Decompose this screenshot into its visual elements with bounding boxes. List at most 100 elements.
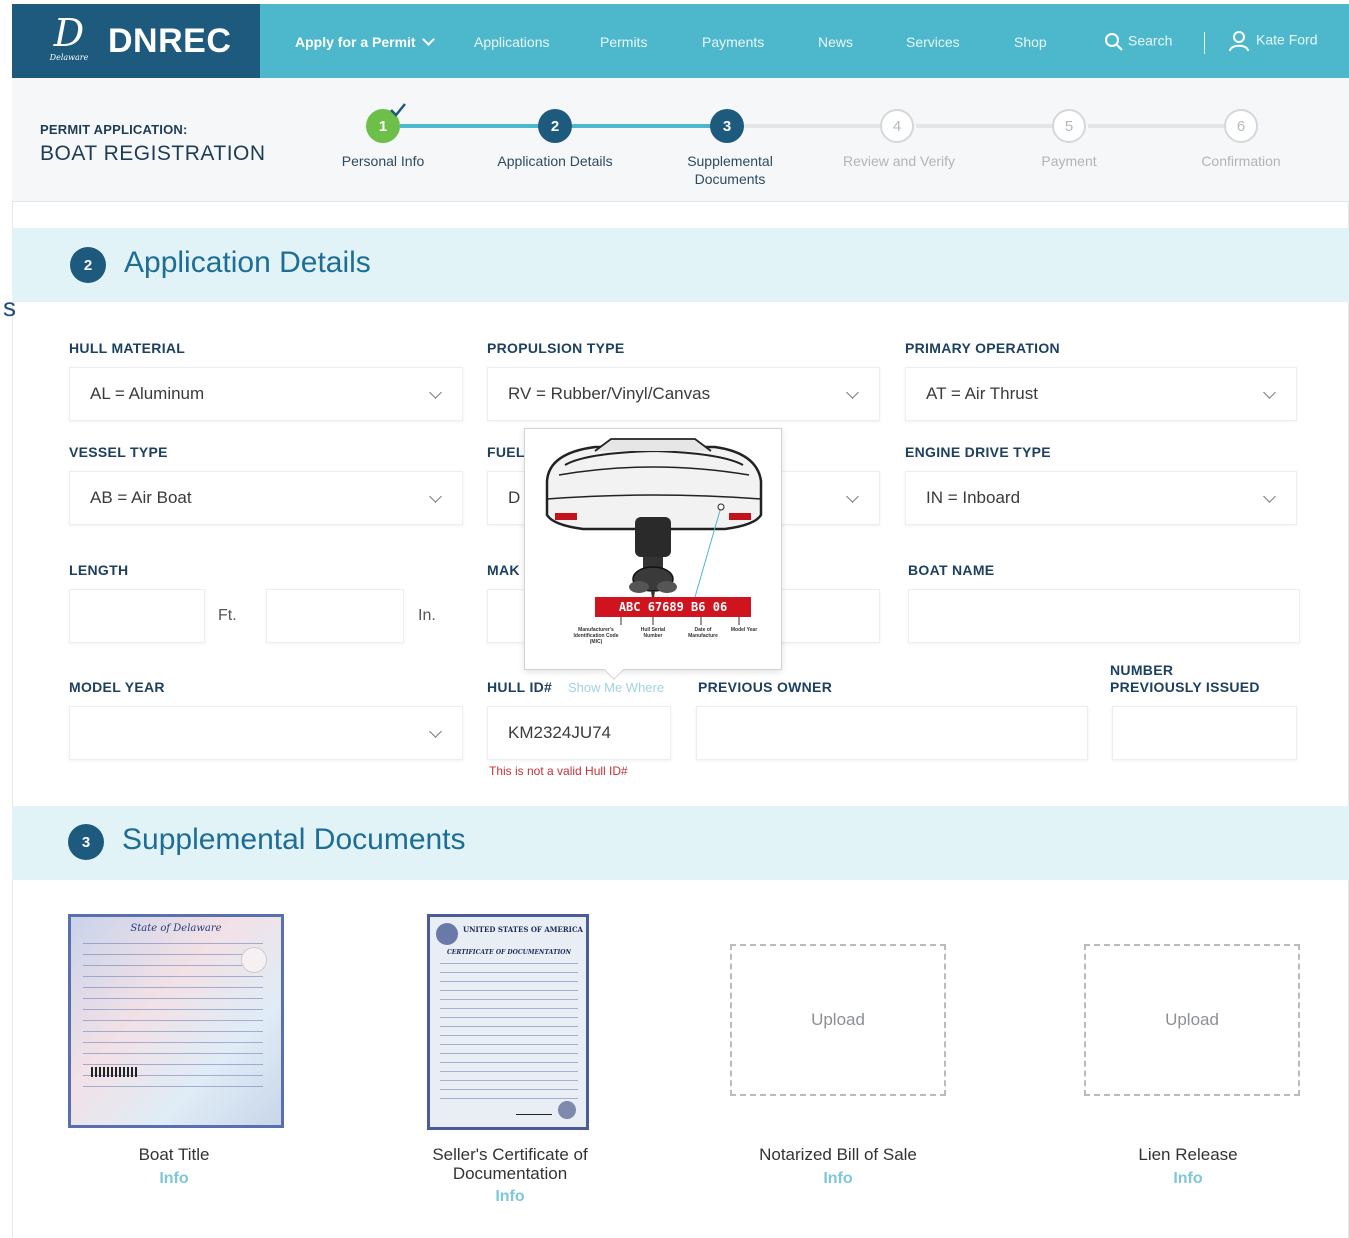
engine-drive-type-value: IN = Inboard: [926, 488, 1021, 507]
hull-material-label: HULL MATERIAL: [69, 340, 186, 356]
length-label: LENGTH: [69, 562, 129, 578]
vessel-type-label: VESSEL TYPE: [69, 444, 168, 460]
primary-operation-label: PRIMARY OPERATION: [905, 340, 1060, 356]
application-details-header: 2 Application Details: [12, 228, 1349, 302]
propulsion-type-value: RV = Rubber/Vinyl/Canvas: [508, 384, 711, 403]
nav-apply-for-permit[interactable]: Apply for a Permit: [295, 33, 435, 50]
step-connector: [1088, 124, 1244, 128]
nav-shop[interactable]: Shop: [1014, 34, 1047, 50]
hin-caption-date: Date of Manufacture: [688, 627, 718, 639]
model-year-label: MODEL YEAR: [69, 679, 165, 695]
make-label: MAK: [487, 562, 520, 578]
chevron-down-icon: [1263, 490, 1276, 503]
nav-search-label: Search: [1128, 32, 1173, 49]
title-heading: State of Delaware: [130, 923, 222, 934]
hin-caption-mic: Manufacturer's Identification Code (MIC): [573, 627, 619, 645]
certificate-emblem: [436, 923, 458, 945]
nav-user-name: Kate Ford: [1256, 31, 1318, 48]
certificate-signature: [516, 1105, 552, 1115]
propulsion-type-select[interactable]: RV = Rubber/Vinyl/Canvas: [487, 367, 880, 421]
previous-owner-input[interactable]: [696, 706, 1088, 760]
vessel-type-select[interactable]: AB = Air Boat: [69, 471, 463, 525]
show-me-where-link[interactable]: Show Me Where: [568, 680, 664, 695]
hull-id-value: KM2324JU74: [508, 723, 612, 742]
top-navigation: D Delaware DNREC Apply for a Permit Appl…: [12, 4, 1349, 78]
bill-of-sale-label: Notarized Bill of Sale: [759, 1145, 917, 1164]
engine-drive-type-label: ENGINE DRIVE TYPE: [905, 444, 1051, 460]
nav-user-account[interactable]: Kate Ford: [1228, 30, 1317, 52]
step-5-label: Payment: [1041, 153, 1097, 169]
section-title: Supplemental Documents: [122, 823, 466, 856]
certificate-seal: [558, 1101, 576, 1119]
hull-id-input[interactable]: KM2324JU74: [487, 706, 671, 760]
engine-drive-type-select[interactable]: IN = Inboard: [905, 471, 1297, 525]
delaware-seal: D Delaware: [44, 13, 94, 69]
certificate-heading: UNITED STATES OF AMERICA: [463, 925, 583, 934]
step-4-circle: 4: [880, 109, 914, 143]
boat-title-info-link[interactable]: Info: [64, 1170, 284, 1188]
number-previously-issued-input[interactable]: [1112, 706, 1297, 760]
primary-operation-select[interactable]: AT = Air Thrust: [905, 367, 1297, 421]
hin-caption-serial: Hull Serial Number: [640, 627, 666, 639]
length-feet-unit: Ft.: [218, 607, 237, 624]
step-6-label: Confirmation: [1201, 153, 1281, 169]
model-year-select[interactable]: [69, 706, 463, 760]
brand-logo[interactable]: D Delaware DNREC: [12, 4, 260, 78]
chevron-down-icon: [429, 490, 442, 503]
chevron-down-icon: [421, 33, 435, 46]
vessel-type-value: AB = Air Boat: [90, 488, 192, 507]
length-inches-input[interactable]: [266, 589, 404, 643]
hull-material-select[interactable]: AL = Aluminum: [69, 367, 463, 421]
nav-search[interactable]: Search: [1104, 32, 1172, 52]
nav-payments[interactable]: Payments: [702, 34, 764, 50]
lien-release-info-link[interactable]: Info: [1078, 1170, 1298, 1188]
certificate-subheading: CERTIFICATE OF DOCUMENTATION: [447, 949, 571, 956]
boat-stern-illustration: ABC 67689 B6 06: [545, 438, 763, 625]
certificate-of-documentation-label: Seller's Certificate of Documentation: [432, 1145, 588, 1183]
step-2-label: Application Details: [497, 153, 613, 169]
step-6-circle: 6: [1224, 109, 1258, 143]
step-1-label: Personal Info: [341, 153, 425, 169]
nav-applications[interactable]: Applications: [474, 34, 550, 50]
certificate-form-lines: [440, 963, 578, 1103]
length-inches-unit: In.: [418, 607, 436, 624]
title-seal: [241, 947, 267, 973]
certificate-of-documentation-thumbnail[interactable]: UNITED STATES OF AMERICA CERTIFICATE OF …: [427, 914, 589, 1130]
certificate-info-link[interactable]: Info: [400, 1188, 620, 1206]
chevron-down-icon: [1263, 386, 1276, 399]
step-3-circle[interactable]: 3: [710, 109, 744, 143]
bill-of-sale-info-link[interactable]: Info: [728, 1170, 948, 1188]
number-previously-issued-label: NUMBER PREVIOUSLY ISSUED: [1110, 662, 1260, 696]
supplemental-documents-header: 3 Supplemental Documents: [12, 806, 1349, 880]
nav-permits[interactable]: Permits: [600, 34, 647, 50]
hin-caption-year: Model Year: [730, 627, 758, 633]
hull-id-error: This is not a valid Hull ID#: [489, 764, 628, 778]
lien-release-upload[interactable]: Upload: [1084, 944, 1300, 1096]
section-number: 3: [68, 824, 104, 860]
permit-header: PERMIT APPLICATION: BOAT REGISTRATION 1 …: [12, 78, 1349, 202]
boat-name-label: BOAT NAME: [908, 562, 995, 578]
step-4-label: Review and Verify: [842, 153, 956, 169]
title-barcode: [91, 1067, 139, 1077]
nav-news[interactable]: News: [818, 34, 853, 50]
step-2-circle[interactable]: 2: [538, 109, 572, 143]
step-1-number: 1: [378, 117, 388, 135]
hull-id-location-popup: ABC 67689 B6 06 Manufacturer's Identific…: [524, 428, 782, 680]
bill-of-sale-upload[interactable]: Upload: [730, 944, 946, 1096]
length-feet-input[interactable]: [69, 589, 205, 643]
brand-name: DNREC: [108, 21, 232, 60]
seal-state: Delaware: [49, 53, 89, 62]
step-1-circle[interactable]: 1: [366, 103, 406, 143]
chevron-down-icon: [429, 725, 442, 738]
nav-services[interactable]: Services: [906, 34, 960, 50]
npi-label-line1: NUMBER: [1110, 662, 1174, 678]
boat-title-thumbnail[interactable]: State of Delaware: [68, 914, 284, 1128]
hin-plate-text: ABC 67689 B6 06: [619, 600, 727, 614]
user-icon: [1229, 31, 1249, 52]
search-icon: [1105, 33, 1123, 51]
chevron-down-icon: [846, 490, 859, 503]
chevron-down-icon: [846, 386, 859, 399]
npi-label-line2: PREVIOUSLY ISSUED: [1110, 679, 1260, 695]
boat-name-input[interactable]: [908, 589, 1300, 643]
fuel-type-value: D: [508, 488, 521, 507]
